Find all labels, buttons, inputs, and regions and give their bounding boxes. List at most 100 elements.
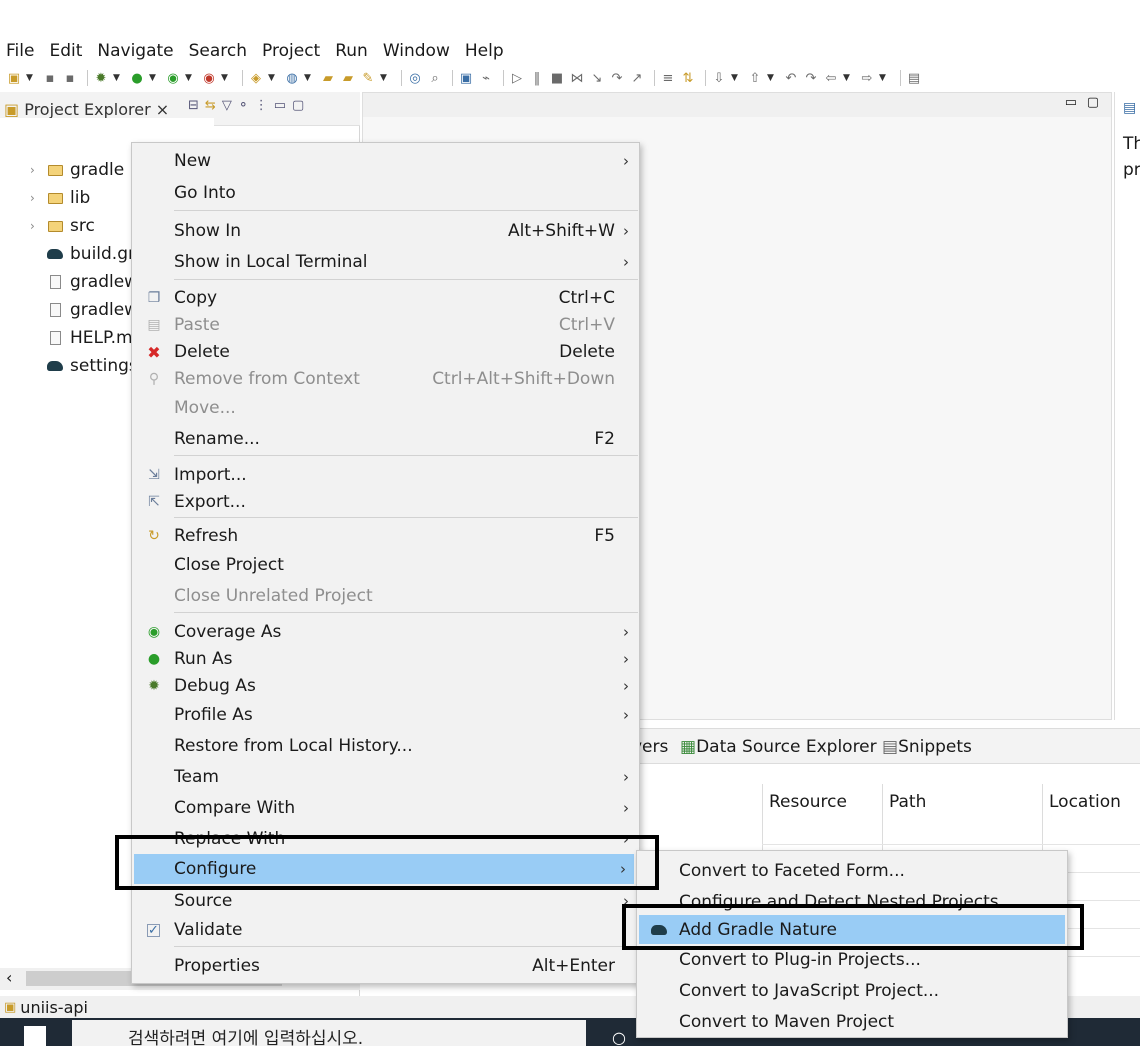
open-perspective-icon[interactable]: ▤ — [906, 70, 922, 86]
column-resource[interactable]: Resource — [769, 792, 847, 812]
prev-edit-dropdown-icon[interactable]: ▼ — [767, 73, 777, 83]
next-edit-dropdown-icon[interactable]: ▼ — [731, 73, 741, 83]
debug-icon[interactable]: ✹ — [93, 70, 109, 86]
task-view-icon[interactable]: ○ — [612, 1028, 626, 1046]
menu-item-import[interactable]: ⇲ Import... — [132, 461, 639, 489]
menu-item-refresh[interactable]: ↻ Refresh F5 — [132, 522, 639, 550]
menu-item-remove-from-context[interactable]: ⚲ Remove from Context Ctrl+Alt+Shift+Down — [132, 365, 639, 393]
column-location[interactable]: Location — [1049, 792, 1121, 812]
column-path[interactable]: Path — [889, 792, 926, 812]
menu-item-close-project[interactable]: Close Project — [132, 551, 639, 579]
focus-icon[interactable]: ⚬ — [238, 98, 249, 113]
maximize-icon[interactable]: ▢ — [292, 98, 304, 113]
minimize-icon[interactable]: ▭ — [1065, 95, 1077, 110]
submenu-item-convert-to-maven[interactable]: Convert to Maven Project — [637, 1007, 1067, 1036]
menu-project[interactable]: Project — [262, 41, 320, 61]
submenu-item-convert-to-javascript[interactable]: Convert to JavaScript Project... — [637, 976, 1067, 1005]
step-into-icon[interactable]: ↘ — [589, 70, 605, 86]
windows-start-icon[interactable] — [24, 1026, 46, 1046]
new-class-icon[interactable]: ◍ — [284, 70, 300, 86]
next-edit-icon[interactable]: ⇩ — [711, 70, 727, 86]
tab-project-explorer[interactable]: ▣ Project Explorer × — [4, 100, 174, 118]
back-dropdown-icon[interactable]: ▼ — [843, 73, 853, 83]
resume-icon[interactable]: ▷ — [509, 70, 525, 86]
menu-edit[interactable]: Edit — [49, 41, 82, 61]
debug-dropdown-icon[interactable]: ▼ — [113, 73, 123, 83]
menu-item-show-in[interactable]: Show In Alt+Shift+W › — [132, 217, 639, 245]
menu-item-go-into[interactable]: Go Into — [132, 179, 639, 207]
globe-icon[interactable]: ◎ — [407, 70, 423, 86]
menu-item-rename[interactable]: Rename... F2 — [132, 425, 639, 453]
menu-item-show-in-local-terminal[interactable]: Show in Local Terminal › — [132, 248, 639, 276]
console-icon[interactable]: ▣ — [458, 70, 474, 86]
tree-item-src[interactable]: › src — [30, 213, 95, 239]
coverage-dropdown-icon[interactable]: ▼ — [185, 73, 195, 83]
toggle-mark-icon[interactable]: ≡ — [660, 70, 676, 86]
save-all-icon[interactable]: ▪ — [62, 70, 78, 86]
tree-item-gradlew[interactable]: gradlew — [30, 269, 138, 295]
tree-item-build-gradle[interactable]: build.gr — [30, 241, 135, 267]
menu-item-new[interactable]: New › — [132, 147, 639, 175]
menu-item-debug-as[interactable]: ✹ Debug As › — [132, 672, 639, 700]
menu-item-paste[interactable]: ▤ Paste Ctrl+V — [132, 311, 639, 339]
chevron-right-icon[interactable]: › — [30, 163, 46, 177]
menu-item-profile-as[interactable]: Profile As › — [132, 701, 639, 729]
external-tools-icon[interactable]: ◉ — [201, 70, 217, 86]
tree-item-gradlew-bat[interactable]: gradlew — [30, 297, 138, 323]
menu-run[interactable]: Run — [335, 41, 368, 61]
run-icon[interactable]: ● — [129, 70, 145, 86]
tab-data-source-explorer[interactable]: ▦Data Source Explorer — [680, 737, 877, 757]
filter-icon[interactable]: ▽ — [222, 98, 232, 113]
menu-help[interactable]: Help — [465, 41, 504, 61]
maximize-icon[interactable]: ▢ — [1087, 95, 1099, 110]
tree-item-lib[interactable]: › lib — [30, 185, 90, 211]
forward-icon[interactable]: ⇨ — [859, 70, 875, 86]
disconnect-icon[interactable]: ⋈ — [569, 70, 585, 86]
save-icon[interactable]: ▪ — [42, 70, 58, 86]
link-editor-icon[interactable]: ⇆ — [205, 98, 216, 113]
menu-item-copy[interactable]: ❐ Copy Ctrl+C — [132, 284, 639, 312]
menu-item-team[interactable]: Team › — [132, 763, 639, 791]
close-icon[interactable]: × — [156, 100, 169, 118]
menu-file[interactable]: File — [6, 41, 34, 61]
menu-item-close-unrelated-project[interactable]: Close Unrelated Project — [132, 582, 639, 610]
step-over-icon[interactable]: ↷ — [609, 70, 625, 86]
taskbar-search-input[interactable]: 검색하려면 여기에 입력하십시오. — [72, 1020, 586, 1046]
menu-item-coverage-as[interactable]: ◉ Coverage As › — [132, 618, 639, 646]
menu-item-run-as[interactable]: ● Run As › — [132, 645, 639, 673]
next-annotation-icon[interactable]: ⇅ — [680, 70, 696, 86]
run-dropdown-icon[interactable]: ▼ — [149, 73, 159, 83]
new-dropdown-icon[interactable]: ▼ — [26, 73, 36, 83]
external-tools-dropdown-icon[interactable]: ▼ — [221, 73, 231, 83]
step-return-icon[interactable]: ↗ — [629, 70, 645, 86]
menu-window[interactable]: Window — [383, 41, 450, 61]
menu-item-move[interactable]: Move... — [132, 394, 639, 422]
tree-item-gradle[interactable]: › gradle — [30, 157, 124, 183]
open-task-dropdown-icon[interactable]: ▼ — [380, 73, 390, 83]
new-icon[interactable]: ▣ — [6, 70, 22, 86]
redo-edit-icon[interactable]: ↷ — [803, 70, 819, 86]
terminate-icon[interactable]: ■ — [549, 70, 565, 86]
search-icon[interactable]: ⌕ — [427, 70, 443, 86]
new-class-dropdown-icon[interactable]: ▼ — [304, 73, 314, 83]
menu-item-properties[interactable]: Properties Alt+Enter — [132, 952, 639, 980]
chevron-right-icon[interactable]: › — [30, 191, 46, 205]
suspend-icon[interactable]: ‖ — [529, 70, 545, 86]
submenu-item-convert-to-faceted-form[interactable]: Convert to Faceted Form... — [637, 856, 1067, 885]
coverage-icon[interactable]: ◉ — [165, 70, 181, 86]
chevron-right-icon[interactable]: › — [30, 219, 46, 233]
menu-item-validate[interactable]: ✓ Validate — [132, 916, 639, 944]
tab-snippets[interactable]: ▤Snippets — [882, 737, 972, 757]
forward-dropdown-icon[interactable]: ▼ — [879, 73, 889, 83]
back-icon[interactable]: ⇦ — [823, 70, 839, 86]
menu-item-compare-with[interactable]: Compare With › — [132, 794, 639, 822]
menu-navigate[interactable]: Navigate — [97, 41, 173, 61]
view-menu-icon[interactable]: ⋮ — [255, 98, 268, 113]
open-folder-icon[interactable]: ▰ — [320, 70, 336, 86]
menu-search[interactable]: Search — [189, 41, 247, 61]
open-type-icon[interactable]: ▰ — [340, 70, 356, 86]
minimize-icon[interactable]: ▭ — [274, 98, 286, 113]
prev-edit-icon[interactable]: ⇧ — [747, 70, 763, 86]
menu-item-source[interactable]: Source › — [132, 887, 639, 915]
last-edit-icon[interactable]: ↶ — [783, 70, 799, 86]
